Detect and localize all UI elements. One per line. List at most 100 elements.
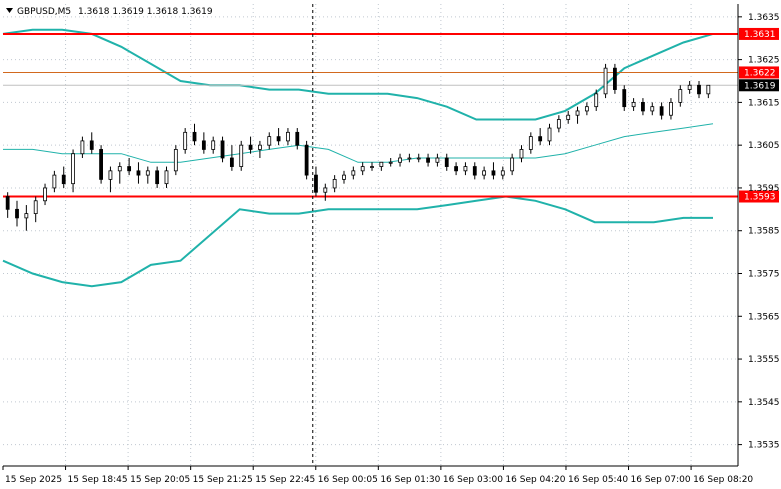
y-tick-label: 1.3555 [748, 355, 780, 365]
candle-body [641, 101, 645, 112]
candle-body [426, 157, 430, 163]
candle-body [192, 131, 197, 142]
candle-body [5, 196, 10, 210]
candle-body [173, 149, 178, 172]
candle-body [500, 170, 505, 176]
candle-body [351, 170, 356, 176]
candle-body [678, 89, 683, 103]
x-tick-label: 15 Sep 20:05 [130, 475, 190, 485]
candle-body [622, 89, 627, 108]
chart-background [0, 0, 781, 489]
candle-body [99, 149, 103, 180]
candle-body [416, 157, 421, 160]
candle-body [127, 166, 132, 172]
candle-body [706, 84, 711, 95]
y-tick-label: 1.3565 [748, 312, 780, 322]
y-tick-label: 1.3635 [748, 13, 780, 23]
candle-body [669, 101, 673, 116]
candle-body [519, 149, 524, 159]
candle-body [342, 174, 346, 180]
candle-body [594, 93, 599, 108]
x-tick-label: 16 Sep 04:20 [505, 475, 565, 485]
candle-body [201, 140, 206, 150]
candle-body [43, 187, 47, 202]
candle-body [220, 140, 225, 159]
candle-body [538, 136, 543, 142]
candle-body [52, 174, 57, 189]
candle-body [108, 170, 113, 180]
svg-text:GBPUSD,M5 1.3618 1.3619 1.: GBPUSD,M5 1.3618 1.3619 1.3618 1.3619 [17, 7, 213, 17]
candle-body [295, 131, 300, 146]
y-tick-label: 1.3575 [748, 270, 780, 280]
candle-body [117, 166, 122, 172]
candle-body [482, 170, 487, 176]
y-tick-label: 1.3545 [748, 398, 780, 408]
candle-body [575, 110, 580, 116]
y-tick-label: 1.3615 [748, 98, 780, 108]
candle-body [155, 170, 160, 185]
y-tick-label: 1.3535 [748, 441, 780, 451]
x-tick-label: 16 Sep 01:30 [380, 475, 440, 485]
current-level-label: 1.3619 [744, 81, 776, 91]
candle-body [510, 157, 515, 172]
candle-body [613, 67, 617, 90]
price-chart[interactable]: 1.3631 1.3622 1.3619 1.3593 1.3635 1.3625 1.3… [0, 0, 781, 489]
candle-body [267, 136, 272, 146]
resistance-level-label: 1.3631 [744, 30, 776, 40]
x-tick-label: 16 Sep 03:00 [443, 475, 503, 485]
candle-body [323, 187, 328, 193]
candle-body [89, 140, 94, 150]
candle-body [603, 67, 608, 95]
candle-body [145, 170, 150, 176]
candle-body [360, 166, 365, 172]
candle-body [528, 136, 533, 150]
candle-body [15, 208, 19, 219]
y-tick-label: 1.3585 [748, 227, 780, 237]
y-tick-label: 1.3625 [748, 56, 780, 66]
x-tick-label: 16 Sep 07:00 [631, 475, 691, 485]
candle-body [454, 166, 458, 172]
candle-body [659, 106, 664, 116]
candle-body [463, 166, 468, 172]
candle-body [398, 157, 402, 163]
candle-body [687, 84, 692, 90]
x-tick-label: 15 Sep 2025 [5, 475, 62, 485]
candle-body [276, 136, 281, 142]
candle-body [239, 144, 244, 167]
candle-body [258, 144, 262, 150]
candle-body [248, 144, 253, 150]
candle-body [407, 157, 412, 160]
candle-body [286, 131, 290, 142]
candle-body [444, 157, 449, 167]
candle-body [136, 170, 141, 176]
candle-body [80, 140, 85, 155]
candle-body [556, 119, 561, 129]
candle-body [547, 127, 552, 142]
symbol-label: GBPUSD,M5 [17, 7, 71, 17]
candle-body [584, 106, 589, 112]
candle-body [435, 157, 440, 163]
candle-body [566, 114, 571, 120]
y-tick-label: 1.3595 [748, 184, 780, 194]
candle-body [491, 170, 496, 176]
x-tick-label: 16 Sep 00:05 [318, 475, 378, 485]
candle-body [379, 161, 384, 167]
candle-body [304, 144, 309, 176]
y-tick-label: 1.3605 [748, 141, 780, 151]
support-level-label: 1.3593 [744, 193, 776, 203]
candle-body [472, 166, 477, 176]
x-tick-label: 15 Sep 21:25 [193, 475, 253, 485]
candle-body [388, 161, 393, 164]
candle-body [332, 178, 337, 189]
candle-body [211, 140, 216, 150]
candle-body [24, 213, 29, 219]
candle-body [697, 84, 701, 95]
candle-body [71, 153, 75, 185]
candle-body [370, 166, 374, 168]
candle-body [61, 174, 66, 185]
x-tick-label: 16 Sep 05:40 [568, 475, 628, 485]
candle-body [183, 131, 188, 150]
candle-body [33, 200, 38, 215]
candle-body [229, 157, 234, 167]
candle-body [314, 174, 318, 193]
